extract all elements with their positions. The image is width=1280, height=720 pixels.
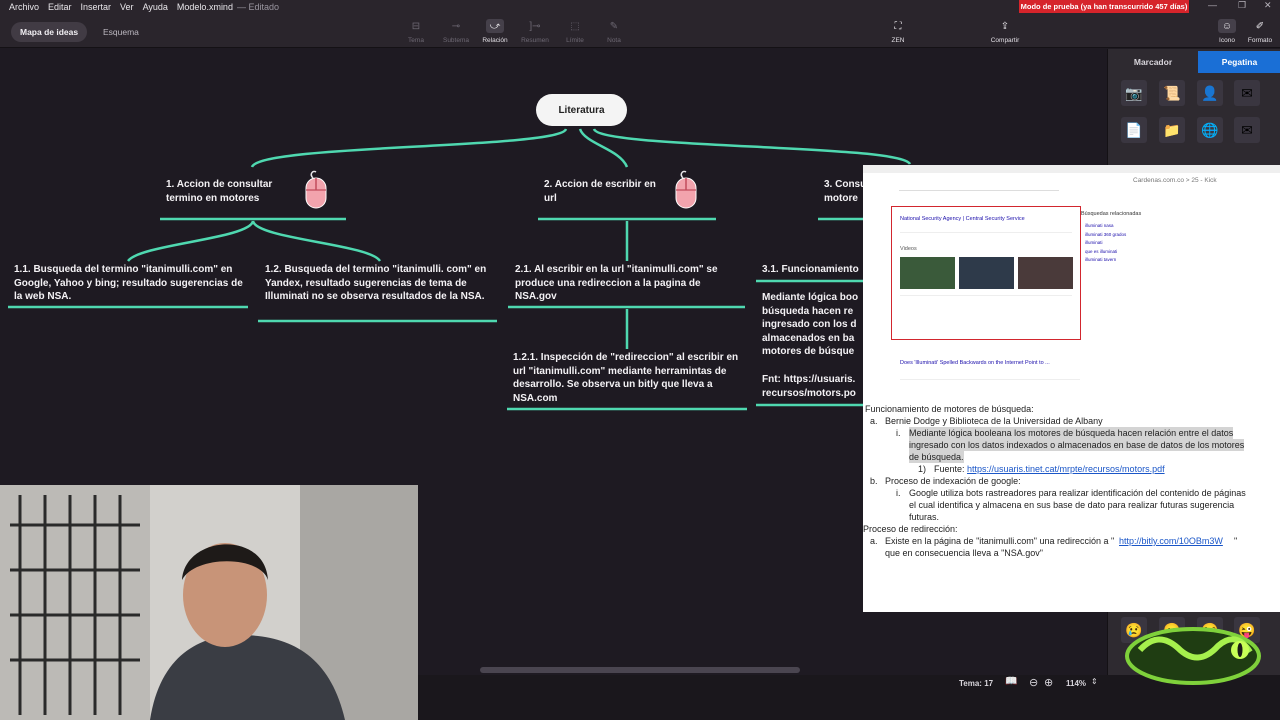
person-sticker-icon[interactable]: 👤	[1197, 80, 1223, 106]
trial-banner[interactable]: Modo de prueba (ya han transcurrido 457 …	[1019, 0, 1189, 13]
share-button[interactable]: ⇪ Compartir	[987, 15, 1023, 46]
second-result-title[interactable]: Does 'Illuminati' Spelled Backwards on t…	[900, 360, 1050, 366]
minimize-icon[interactable]: —	[1208, 0, 1217, 10]
subtopic-2-1[interactable]: 2.1. Al escribir en la url "itanimulli.c…	[515, 263, 741, 304]
zoom-out-icon[interactable]: ⊖	[1029, 676, 1038, 689]
doc-heading-redireccion: Proceso de redirección:	[863, 524, 958, 534]
menu-editar[interactable]: Editar	[48, 2, 72, 12]
summary-icon: ]⊸	[529, 20, 541, 32]
video-thumbnail[interactable]	[900, 257, 955, 289]
mail-sticker-icon[interactable]: ✉	[1234, 80, 1260, 106]
subtopic-1-1[interactable]: 1.1. Busqueda del termino "itanimulli.co…	[14, 263, 250, 304]
camera-sticker-icon[interactable]: 📷	[1121, 80, 1147, 106]
central-topic[interactable]: Literatura	[536, 94, 627, 126]
tab-marcador[interactable]: Marcador	[1108, 51, 1198, 73]
branch-2-topic[interactable]: 2. Accion de escribir en url	[544, 178, 662, 205]
menu-insertar[interactable]: Insertar	[81, 2, 112, 12]
fullscreen-icon: ⛶	[894, 20, 902, 32]
tab-pegatina[interactable]: Pegatina	[1198, 51, 1280, 73]
subtopic-1-2[interactable]: 1.2. Busqueda del termino "itanimulli. c…	[265, 263, 497, 304]
branch-1-topic[interactable]: 1. Accion de consultar termino en motore…	[166, 178, 292, 205]
boundary-icon: ⬚	[570, 20, 580, 32]
nota-button[interactable]: ✎ Nota	[596, 15, 632, 46]
webcam-video	[0, 485, 418, 720]
doc-source-link[interactable]: https://usuaris.tinet.cat/mrpte/recursos…	[967, 463, 1165, 475]
zoom-level[interactable]: 114%	[1066, 679, 1086, 688]
share-icon: ⇪	[1000, 20, 1010, 32]
browser-tab-info: Cardenas.com.co > 25 - Kick	[1133, 177, 1280, 191]
document-title: Modelo.xmind	[176, 1, 233, 12]
line-central-branch3	[592, 128, 912, 165]
tab-esquema[interactable]: Esquema	[94, 22, 148, 42]
scrollbar-thumb[interactable]	[480, 667, 800, 673]
topic-icon: ⊟	[411, 20, 421, 32]
chevron-updown-icon[interactable]: ⇕	[1091, 677, 1098, 686]
letter-sticker-icon[interactable]: ✉	[1234, 117, 1260, 143]
topic-count: Tema: 17	[959, 679, 994, 688]
menu-ayuda[interactable]: Ayuda	[143, 2, 168, 12]
doc-highlight-line3: de búsqueda.	[909, 451, 964, 463]
close-icon[interactable]: ✕	[1264, 0, 1272, 11]
mouse-icon	[675, 170, 697, 209]
doc-item-indexacion: Proceso de indexación de google:	[885, 476, 1021, 486]
webcam-frame	[0, 485, 418, 720]
toolbar: Mapa de ideas Esquema ⊟ Tema ⊸ Subtema ⤻…	[0, 13, 1280, 48]
line-central-branch1	[250, 128, 568, 168]
result-title[interactable]: National Security Agency | Central Secur…	[900, 216, 1025, 222]
relacion-button[interactable]: ⤻ Relación	[477, 15, 513, 46]
tab-info-text: Cardenas.com.co > 25 - Kick	[1133, 177, 1217, 184]
limite-button[interactable]: ⬚ Límite	[557, 15, 593, 46]
line-branch1-child1	[126, 220, 255, 262]
video-thumbnail[interactable]	[1018, 257, 1073, 289]
smiley-icon: ☺	[1218, 19, 1236, 33]
app-window: Archivo Editar Insertar Ver Ayuda Modelo…	[0, 0, 1280, 720]
resumen-button[interactable]: ]⊸ Resumen	[517, 15, 553, 46]
menu-ver[interactable]: Ver	[120, 2, 134, 12]
globe-sticker-icon[interactable]: 🌐	[1197, 117, 1223, 143]
subtopic-3-1-source[interactable]: Fnt: https://usuaris. recursos/motors.po	[762, 373, 863, 400]
brush-icon: ✐	[1255, 20, 1265, 32]
subtopic-icon: ⊸	[451, 20, 461, 32]
subtopic-3-1-text[interactable]: Mediante lógica boo búsqueda hacen re in…	[762, 291, 863, 359]
doc-bitly-link[interactable]: http://bitly.com/10OBm3W	[1119, 535, 1223, 547]
videos-label: Videos	[900, 246, 917, 252]
doc-item-bernie: Bernie Dodge y Biblioteca de la Universi…	[885, 416, 1103, 426]
tema-button[interactable]: ⊟ Tema	[398, 15, 434, 46]
icon-panel-button[interactable]: ☺ Icono	[1209, 15, 1245, 46]
note-icon: ✎	[609, 20, 619, 32]
relationship-icon: ⤻	[486, 19, 504, 33]
related-searches-label: Búsquedas relacionadas	[1081, 211, 1142, 217]
zen-button[interactable]: ⛶ ZEN	[880, 15, 916, 46]
folder-sticker-icon[interactable]: 📁	[1159, 117, 1185, 143]
doc-highlight-line1: Mediante lógica booleana los motores de …	[909, 427, 1234, 439]
zoom-in-icon[interactable]: ⊕	[1044, 676, 1053, 689]
document-sticker-icon[interactable]: 📄	[1121, 117, 1147, 143]
subtema-button[interactable]: ⊸ Subtema	[438, 15, 474, 46]
format-panel-button[interactable]: ✐ Formato	[1242, 15, 1278, 46]
document-state: — Editado	[236, 1, 279, 12]
reference-screenshot-overlay: Cardenas.com.co > 25 - Kick National Sec…	[863, 165, 1280, 612]
subtopic-2-1-1[interactable]: 1.2.1. Inspección de "redireccion" al es…	[513, 351, 745, 405]
subtopic-3-1[interactable]: 3.1. Funcionamiento	[762, 263, 864, 277]
line-branch1-child2	[251, 220, 382, 262]
mouse-icon	[305, 170, 327, 209]
channel-logo-icon	[1125, 627, 1261, 685]
book-icon[interactable]: 📖	[1005, 676, 1017, 687]
search-tabs	[899, 185, 1059, 191]
doc-source-label: Fuente:	[934, 464, 965, 474]
menu-archivo[interactable]: Archivo	[9, 2, 39, 12]
video-thumbnail[interactable]	[959, 257, 1014, 289]
doc-highlight-line2: ingresado con los datos indexados o alma…	[909, 439, 1245, 451]
related-searches-list: illuminati nasa illuminati 360 grados il…	[1085, 223, 1127, 262]
certificate-sticker-icon[interactable]: 📜	[1159, 80, 1185, 106]
highlighted-search-result: National Security Agency | Central Secur…	[891, 206, 1081, 340]
doc-heading-motores: Funcionamiento de motores de búsqueda:	[865, 404, 1034, 414]
tab-mapa-de-ideas[interactable]: Mapa de ideas	[11, 22, 88, 42]
maximize-icon[interactable]: ❐	[1238, 0, 1246, 11]
